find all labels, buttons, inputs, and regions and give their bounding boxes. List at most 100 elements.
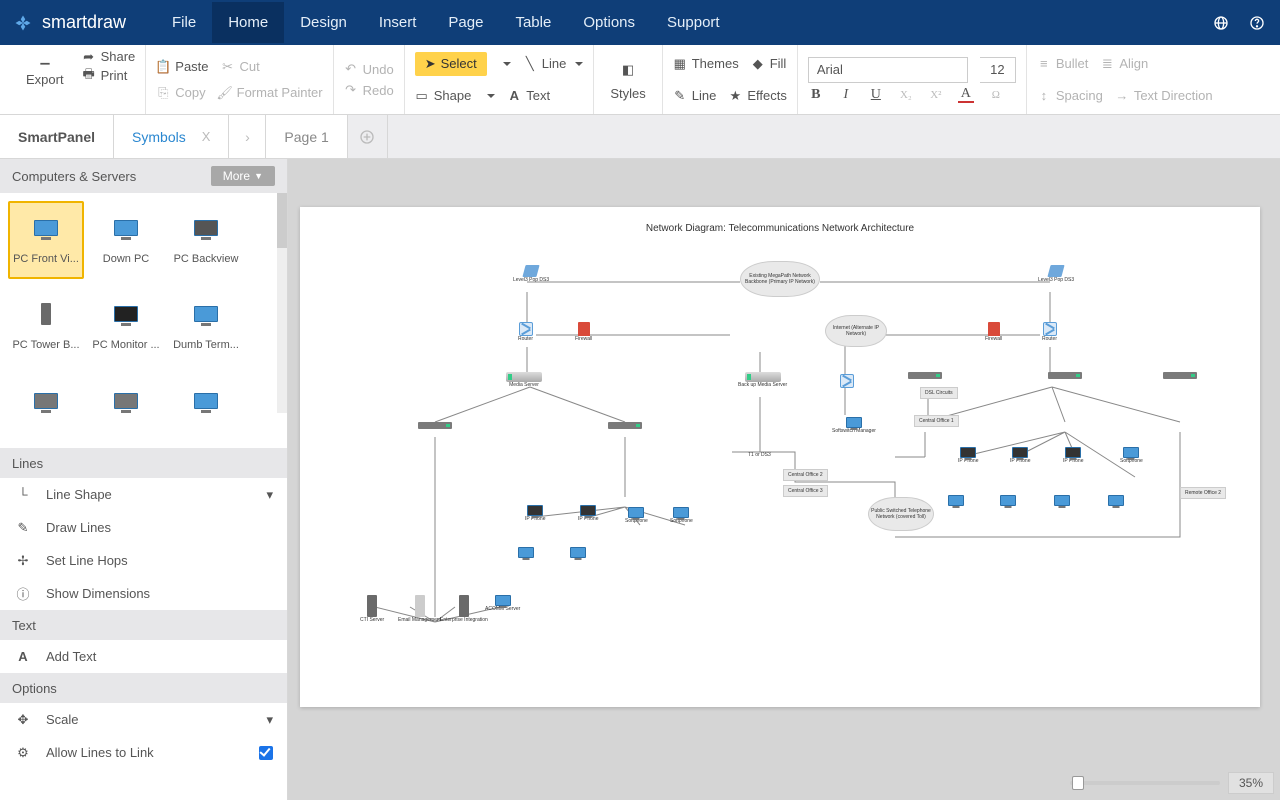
symbol-scrollbar[interactable]	[277, 193, 287, 413]
line-hops-item[interactable]: ✢Set Line Hops	[0, 544, 287, 577]
node-softphone-2[interactable]: Softphone	[670, 507, 693, 524]
node-router-left[interactable]: Router	[518, 322, 533, 342]
tab-symbols[interactable]: SymbolsX	[114, 115, 229, 158]
font-size-input[interactable]	[980, 57, 1016, 83]
allow-lines-link-item[interactable]: ⚙Allow Lines to Link	[0, 736, 287, 769]
tab-chevron[interactable]: ›	[229, 115, 266, 158]
symbol-item-8[interactable]	[88, 374, 164, 440]
node-backup-media-server[interactable]: Back up Media Server	[738, 372, 787, 388]
node-acomm[interactable]: ACOMM Server	[485, 595, 520, 612]
node-softphone-r4[interactable]	[1054, 495, 1070, 506]
node-router-right[interactable]: Router	[1042, 322, 1057, 342]
node-modem-right[interactable]: Level3 Pop DS3	[1038, 265, 1074, 283]
print-button[interactable]: 🖶Print	[82, 68, 136, 83]
nav-table[interactable]: Table	[499, 2, 567, 43]
close-icon[interactable]: X	[202, 129, 211, 144]
bold-button[interactable]: B	[808, 87, 824, 103]
text-direction-button[interactable]: →Text Direction	[1115, 88, 1213, 103]
logo[interactable]: smartdraw	[14, 12, 126, 33]
node-central1[interactable]: Central Office 1	[914, 415, 959, 427]
nav-insert[interactable]: Insert	[363, 2, 433, 43]
globe-icon[interactable]	[1212, 14, 1230, 32]
node-media-server[interactable]: Media Server	[506, 372, 542, 388]
format-painter-button[interactable]: 🖌Format Painter	[218, 85, 323, 100]
canvas-area[interactable]: Network Diagram: Telecommunications Netw…	[288, 159, 1280, 800]
node-softphone-1[interactable]: Softphone	[625, 507, 648, 524]
node-email[interactable]: Email Management	[398, 595, 441, 623]
symbol-pc-monitor[interactable]: PC Monitor ...	[88, 287, 164, 365]
symbol-down-pc[interactable]: Down PC	[88, 201, 164, 279]
node-ipphone-r1[interactable]: IP Phone	[958, 447, 978, 464]
node-ipphone-2[interactable]: IP Phone	[578, 505, 598, 522]
node-cloud-mid[interactable]: Internet (Alternate IP Network)	[825, 315, 887, 347]
text-tool-button[interactable]: AText	[507, 88, 550, 103]
node-firewall-right[interactable]: Firewall	[985, 322, 1002, 342]
node-softphone-r1[interactable]: Softphone	[1120, 447, 1143, 464]
line-tool-button[interactable]: ╲Line	[523, 56, 584, 71]
node-central3[interactable]: Central Office 3	[783, 485, 828, 497]
select-button[interactable]: ➤Select	[415, 52, 487, 76]
zoom-label[interactable]: 35%	[1228, 772, 1274, 794]
line-style-button[interactable]: ✎Line	[673, 88, 717, 103]
nav-home[interactable]: Home	[212, 2, 284, 43]
align-button[interactable]: ≣Align	[1100, 56, 1148, 71]
nav-options[interactable]: Options	[567, 2, 651, 43]
node-softphone-4[interactable]	[570, 547, 586, 558]
redo-button[interactable]: ↷Redo	[344, 83, 394, 98]
node-cti[interactable]: CTI Server	[360, 595, 384, 623]
node-cloud-bot[interactable]: Public Switched Telephone Network (cover…	[868, 497, 934, 531]
node-router-mid[interactable]	[840, 374, 854, 388]
effects-button[interactable]: ★Effects	[728, 88, 787, 103]
omega-button[interactable]: Ω	[988, 87, 1004, 103]
scale-item[interactable]: ✥Scale▾	[0, 703, 287, 736]
fill-button[interactable]: ◆Fill	[751, 56, 787, 71]
export-button[interactable]: Export	[20, 49, 70, 110]
node-ipphone-r3[interactable]: IP Phone	[1063, 447, 1083, 464]
tab-smartpanel[interactable]: SmartPanel	[0, 115, 114, 158]
symbol-item-7[interactable]	[8, 374, 84, 440]
copy-button[interactable]: ⎘Copy	[156, 85, 205, 100]
shape-button[interactable]: ▭Shape	[415, 88, 472, 103]
draw-lines-item[interactable]: ✎Draw Lines	[0, 511, 287, 544]
help-icon[interactable]	[1248, 14, 1266, 32]
nav-page[interactable]: Page	[432, 2, 499, 43]
paste-button[interactable]: 📋Paste	[156, 59, 208, 74]
zoom-slider[interactable]	[1070, 781, 1220, 785]
node-softphone-r3[interactable]	[1000, 495, 1016, 506]
undo-button[interactable]: ↶Undo	[344, 62, 394, 77]
font-input[interactable]	[808, 57, 968, 83]
node-softswitch[interactable]: Softswitch Manager	[832, 417, 876, 434]
node-modem-left[interactable]: Level3 Pop DS3	[513, 265, 549, 283]
underline-button[interactable]: U	[868, 87, 884, 103]
symbol-item-9[interactable]	[168, 374, 244, 440]
tab-page1[interactable]: Page 1	[266, 115, 347, 158]
page-canvas[interactable]: Network Diagram: Telecommunications Netw…	[300, 207, 1260, 707]
share-button[interactable]: ➦Share	[82, 49, 136, 64]
symbol-pc-backview[interactable]: PC Backview	[168, 201, 244, 279]
node-dsl[interactable]: DSL Circuits	[920, 387, 958, 399]
styles-button[interactable]: ◧ Styles	[604, 55, 651, 105]
node-ipphone-r2[interactable]: IP Phone	[1010, 447, 1030, 464]
node-t1[interactable]: T1 or DS3	[748, 452, 771, 458]
spacing-button[interactable]: ↕Spacing	[1037, 88, 1103, 103]
node-central2[interactable]: Central Office 2	[783, 469, 828, 481]
node-switch-3[interactable]	[908, 372, 942, 379]
subscript-button[interactable]: X₂	[898, 87, 914, 103]
symbol-dumb-term[interactable]: Dumb Term...	[168, 287, 244, 365]
node-firewall-left[interactable]: Firewall	[575, 322, 592, 342]
node-cloud-top[interactable]: Existing MegaPath Network Backbone (Prim…	[740, 261, 820, 297]
node-switch-1[interactable]	[418, 422, 452, 429]
italic-button[interactable]: I	[838, 87, 854, 103]
superscript-button[interactable]: X²	[928, 87, 944, 103]
node-switch-5[interactable]	[1163, 372, 1197, 379]
node-softphone-r5[interactable]	[1108, 495, 1124, 506]
nav-file[interactable]: File	[156, 2, 212, 43]
node-ipphone-1[interactable]: IP Phone	[525, 505, 545, 522]
node-switch-2[interactable]	[608, 422, 642, 429]
add-page-button[interactable]	[348, 115, 388, 158]
text-color-button[interactable]: A	[958, 87, 974, 103]
bullet-button[interactable]: ≡Bullet	[1037, 56, 1089, 71]
node-remote2[interactable]: Remote Office 2	[1180, 487, 1226, 499]
shape-caret-icon[interactable]	[487, 94, 495, 98]
line-shape-item[interactable]: └Line Shape▾	[0, 478, 287, 511]
